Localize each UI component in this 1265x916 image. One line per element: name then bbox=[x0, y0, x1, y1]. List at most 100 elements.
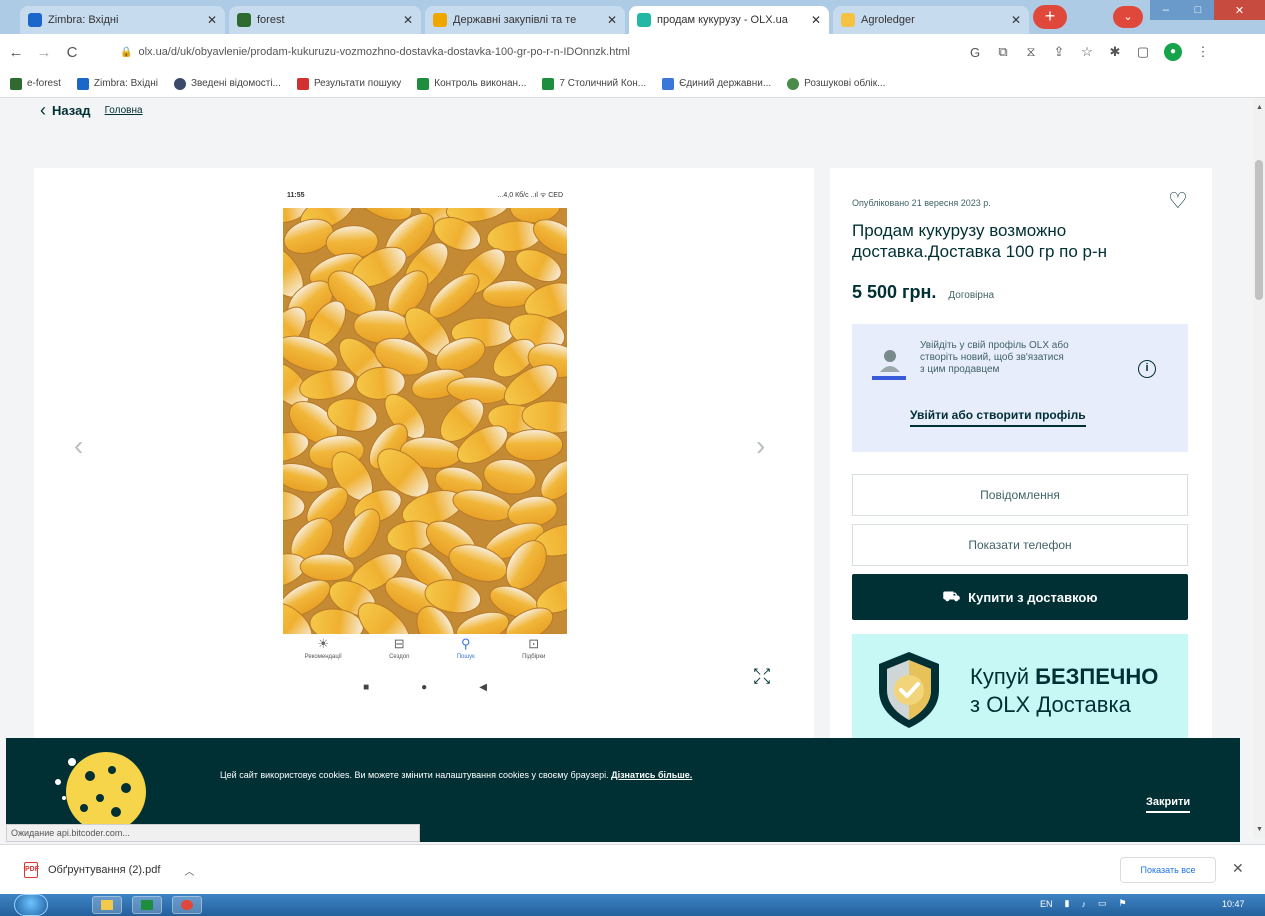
cookie-close-button[interactable]: Закрити bbox=[1146, 796, 1191, 813]
tab-label: Державні закупівлі та те bbox=[453, 14, 577, 26]
cookie-more-link[interactable]: Дізнатись більше. bbox=[611, 770, 692, 780]
browser-tab-forest[interactable]: forest ✕ bbox=[229, 6, 421, 34]
bookmark-label: Контроль виконан... bbox=[434, 78, 527, 89]
phone-status-bar: 11:55 ...4,0 Кб/с ..ıl ᯤ CED bbox=[281, 186, 569, 204]
maximize-button[interactable]: □ bbox=[1181, 0, 1214, 20]
share-icon[interactable]: ⇪ bbox=[1052, 44, 1066, 60]
triangle-back-icon: ◀ bbox=[479, 681, 487, 693]
bookmark-item[interactable]: Результати пошуку bbox=[296, 77, 401, 90]
bookmark-item[interactable]: e-forest bbox=[10, 77, 61, 90]
tab-close-icon[interactable]: ✕ bbox=[1011, 13, 1021, 27]
breadcrumb-home-link[interactable]: Головна bbox=[105, 105, 143, 116]
taskbar-app-chrome[interactable] bbox=[172, 896, 202, 914]
sidepanel-icon[interactable]: ▢ bbox=[1136, 44, 1150, 60]
browser-toolbar: ← → C 🔒 olx.ua/d/uk/obyavlenie/prodam-ku… bbox=[0, 34, 1265, 70]
show-phone-button[interactable]: Показати телефон bbox=[852, 524, 1188, 566]
browser-tab-zimbra[interactable]: Zimbra: Вхідні ✕ bbox=[20, 6, 225, 34]
gallery-next-arrow-icon[interactable]: › bbox=[756, 430, 765, 462]
photo-gallery: ‹ 11:55 ...4,0 Кб/с ..ıl ᯤ CED ☀ Рекомен… bbox=[34, 168, 814, 738]
tab-favicon-icon bbox=[637, 13, 651, 27]
close-window-button[interactable]: ✕ bbox=[1213, 0, 1265, 20]
bookmark-item[interactable]: Зведені відомості... bbox=[173, 77, 281, 90]
taskbar-app-explorer[interactable] bbox=[92, 896, 122, 914]
tab-favicon-icon bbox=[28, 13, 42, 27]
profile-avatar[interactable]: ● bbox=[1164, 43, 1182, 61]
tab-label: Agroledger bbox=[861, 14, 915, 26]
network-icon[interactable]: ▮ bbox=[1065, 898, 1070, 909]
scroll-down-icon[interactable]: ▼ bbox=[1256, 826, 1263, 833]
google-icon[interactable]: G bbox=[968, 45, 982, 60]
url-text[interactable]: olx.ua/d/uk/obyavlenie/prodam-kukuruzu-v… bbox=[138, 46, 630, 58]
tab-close-icon[interactable]: ✕ bbox=[207, 13, 217, 27]
back-arrow-icon[interactable]: ← bbox=[4, 44, 28, 61]
heart-icon[interactable]: ♡ bbox=[1168, 188, 1188, 214]
downloads-bar: PDF Обґрунтування (2).pdf ︿ Показать все… bbox=[0, 844, 1265, 894]
fullscreen-icon[interactable]: ↖↗ ↙↘ bbox=[752, 667, 772, 687]
extensions-icon[interactable]: ✱ bbox=[1108, 44, 1122, 60]
forward-arrow-icon[interactable]: → bbox=[32, 44, 56, 61]
bookmark-label: e-forest bbox=[27, 78, 61, 89]
circle-icon: ● bbox=[421, 681, 428, 693]
bookmark-item[interactable]: Zimbra: Вхідні bbox=[76, 77, 158, 90]
square-icon: ■ bbox=[363, 681, 370, 693]
close-downloads-icon[interactable]: ✕ bbox=[1232, 860, 1244, 877]
listing-price: 5 500 грн. bbox=[852, 282, 937, 302]
chevron-up-icon[interactable]: ︿ bbox=[184, 863, 194, 878]
system-tray: EN ▮ ♪ ▭ ⚑ bbox=[1040, 898, 1127, 909]
tab-favicon-icon bbox=[237, 13, 251, 27]
cookie-icon bbox=[55, 752, 146, 832]
tab-close-icon[interactable]: ✕ bbox=[811, 13, 821, 27]
phone-nav-item: ⊡ Підбірки bbox=[522, 636, 546, 660]
address-bar[interactable]: 🔒 olx.ua/d/uk/obyavlenie/prodam-kukuruzu… bbox=[112, 40, 952, 64]
menu-kebab-icon[interactable]: ⋮ bbox=[1196, 44, 1210, 60]
tab-close-icon[interactable]: ✕ bbox=[403, 13, 413, 27]
volume-icon[interactable]: ♪ bbox=[1081, 899, 1086, 909]
tab-close-icon[interactable]: ✕ bbox=[607, 13, 617, 27]
browser-tab-agroledger[interactable]: Agroledger ✕ bbox=[833, 6, 1029, 34]
bookmark-favicon-icon bbox=[662, 77, 675, 90]
tab-search-button[interactable]: ⌄ bbox=[1113, 6, 1143, 28]
taskbar-clock[interactable]: 10:47 bbox=[1222, 899, 1245, 909]
install-icon[interactable]: ⧉ bbox=[996, 44, 1010, 60]
shield-check-icon bbox=[879, 652, 939, 728]
start-button[interactable] bbox=[14, 894, 48, 916]
phone-bottom-nav: ☀ Рекомендації ⊟ Сездоn ⚲ Пошук ⊡ Підбірки bbox=[281, 636, 569, 672]
new-tab-button[interactable]: + bbox=[1033, 5, 1067, 29]
taskbar-app-spreadsheet[interactable] bbox=[132, 896, 162, 914]
gallery-prev-arrow-icon[interactable]: ‹ bbox=[74, 430, 83, 462]
bookmark-item[interactable]: Розшукові облік... bbox=[787, 77, 885, 90]
message-button[interactable]: Повідомлення bbox=[852, 474, 1188, 516]
bookmark-label: Zimbra: Вхідні bbox=[93, 78, 158, 89]
back-button[interactable]: ‹ Назад bbox=[40, 100, 91, 121]
download-item[interactable]: PDF Обґрунтування (2).pdf ︿ bbox=[24, 862, 194, 878]
lock-icon[interactable]: 🔒 bbox=[120, 47, 132, 58]
bookmark-star-icon[interactable]: ☆ bbox=[1080, 44, 1094, 60]
phone-time: 11:55 bbox=[287, 191, 305, 199]
flag-icon[interactable]: ⚑ bbox=[1118, 898, 1126, 909]
bookmark-item[interactable]: 7 Столичний Кон... bbox=[542, 77, 646, 90]
buy-with-delivery-button[interactable]: ⛟ Купити з доставкою bbox=[852, 574, 1188, 620]
page-scrollbar[interactable]: ▲ ▼ bbox=[1253, 98, 1265, 838]
battery-icon[interactable]: ▭ bbox=[1098, 898, 1107, 909]
bookmark-item[interactable]: Контроль виконан... bbox=[417, 77, 527, 90]
olx-delivery-promo[interactable]: Купуй БЕЗПЕЧНО з OLX Доставка bbox=[852, 634, 1188, 738]
minimize-button[interactable]: – bbox=[1150, 0, 1182, 20]
scroll-up-icon[interactable]: ▲ bbox=[1256, 104, 1263, 111]
bookmark-favicon-icon bbox=[787, 77, 800, 90]
browser-tab-olx[interactable]: продам кукурузу - OLX.ua ✕ bbox=[629, 6, 829, 34]
info-icon[interactable]: i bbox=[1138, 360, 1156, 378]
listing-photo[interactable]: 11:55 ...4,0 Кб/с ..ıl ᯤ CED ☀ Рекоменда… bbox=[281, 186, 569, 706]
cookie-text: Цей сайт використовує cookies. Ви можете… bbox=[220, 770, 693, 780]
bookmark-item[interactable]: Єдиний державни... bbox=[662, 77, 772, 90]
show-all-downloads-button[interactable]: Показать все bbox=[1120, 857, 1216, 883]
reload-icon[interactable]: C bbox=[60, 44, 84, 61]
language-indicator[interactable]: EN bbox=[1040, 899, 1053, 909]
login-or-register-link[interactable]: Увійти або створити профіль bbox=[910, 408, 1086, 427]
bookmark-favicon-icon bbox=[296, 77, 309, 90]
tab-label: Zimbra: Вхідні bbox=[48, 14, 119, 26]
login-prompt-text: Увійдіть у свій профіль OLX або створіть… bbox=[920, 340, 1069, 375]
scrollbar-thumb[interactable] bbox=[1255, 160, 1263, 300]
translate-icon[interactable]: ⧖ bbox=[1024, 44, 1038, 60]
browser-tab-prozorro[interactable]: Державні закупівлі та те ✕ bbox=[425, 6, 625, 34]
bookmark-label: Єдиний державни... bbox=[679, 78, 772, 89]
